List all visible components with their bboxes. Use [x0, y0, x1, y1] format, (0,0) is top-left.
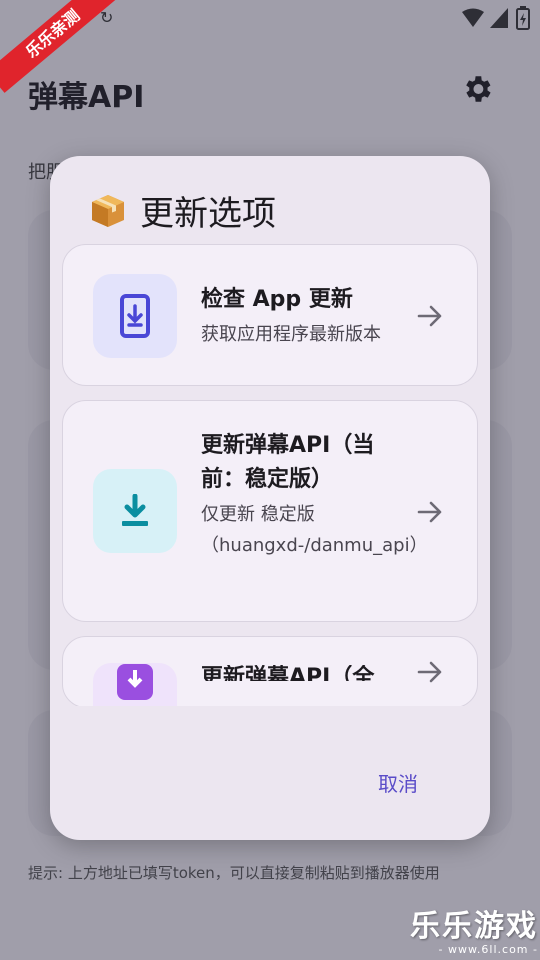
option-icon-box — [93, 663, 177, 706]
watermark-brand: 乐乐游戏 — [410, 909, 538, 944]
option-subtitle: 仅更新 稳定版（huangxd-/danmu_api） — [201, 504, 428, 556]
download-icon — [122, 494, 148, 526]
option-text: 检查 App 更新 获取应用程序最新版本 — [201, 283, 401, 350]
dialog-title-text: 更新选项 — [140, 194, 276, 234]
cancel-button[interactable]: 取消 — [378, 768, 418, 797]
update-danmu-api-all-option[interactable]: 更新弹幕API（全 — [62, 636, 478, 706]
watermark-site: - www.6ll.com - — [438, 943, 538, 956]
download-box-icon — [117, 664, 153, 700]
arrow-right-icon — [417, 501, 442, 523]
option-title: 检查 App 更新 — [201, 287, 353, 312]
option-icon-box — [93, 469, 177, 553]
option-icon-box — [93, 274, 177, 358]
arrow-right-icon — [417, 305, 442, 327]
option-text: 更新弹幕API（全 — [201, 665, 401, 681]
option-title: 更新弹幕API（全 — [201, 665, 375, 681]
arrow-right-icon — [417, 661, 442, 683]
update-options-dialog: 更新选项 检查 App 更新 获取应用程序最新版本 更新弹幕API（当前：稳定版… — [50, 156, 490, 840]
update-danmu-api-stable-option[interactable]: 更新弹幕API（当前：稳定版） 仅更新 稳定版（huangxd-/danmu_a… — [62, 400, 478, 622]
phone-download-icon — [120, 294, 150, 338]
option-title: 更新弹幕API（当前：稳定版） — [201, 433, 375, 492]
options-list[interactable]: 检查 App 更新 获取应用程序最新版本 更新弹幕API（当前：稳定版） 仅更新… — [62, 244, 478, 706]
watermark: 乐乐游戏 - www.6ll.com - — [410, 909, 538, 957]
package-icon — [92, 194, 124, 227]
check-app-update-option[interactable]: 检查 App 更新 获取应用程序最新版本 — [62, 244, 478, 386]
option-text: 更新弹幕API（当前：稳定版） 仅更新 稳定版（huangxd-/danmu_a… — [201, 429, 428, 561]
dialog-title: 更新选项 — [88, 186, 276, 235]
option-subtitle: 获取应用程序最新版本 — [201, 324, 381, 345]
